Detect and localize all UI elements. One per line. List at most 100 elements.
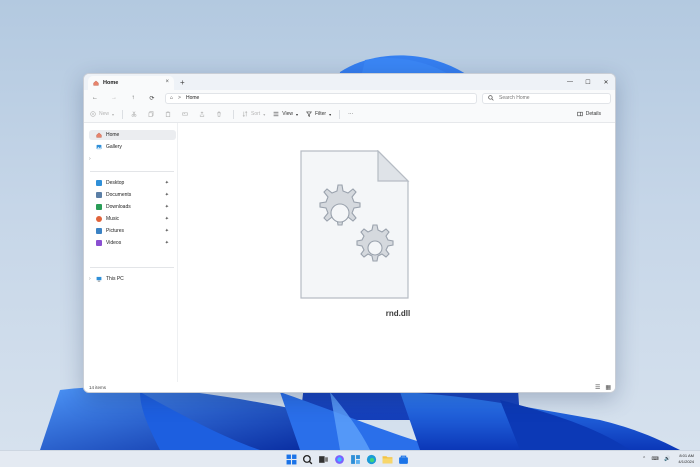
- sidebar-item-desktop[interactable]: Desktop ✦: [89, 178, 176, 188]
- downloads-icon: [96, 204, 102, 210]
- command-bar: New ▾ Sort ▾ View ▾ Filter ▾ ··· Details: [84, 106, 615, 123]
- new-button[interactable]: New ▾: [90, 111, 114, 117]
- desktop-icon: [96, 180, 102, 186]
- sidebar-item-label: Downloads: [106, 204, 131, 210]
- view-switcher: ☰ ▦: [590, 384, 611, 391]
- store-icon[interactable]: [398, 454, 409, 465]
- sidebar-item-downloads[interactable]: Downloads ✦: [89, 202, 176, 212]
- sidebar-item-gallery[interactable]: Gallery: [89, 142, 176, 152]
- tab-home[interactable]: Home ×: [88, 76, 174, 90]
- search-input[interactable]: Search Home: [482, 92, 611, 104]
- sidebar-item-videos[interactable]: Videos ✦: [89, 238, 176, 248]
- date: 4/1/2024: [678, 459, 694, 464]
- dll-file-icon[interactable]: [298, 150, 410, 300]
- maximize-button[interactable]: ☐: [579, 74, 597, 90]
- search-icon[interactable]: [302, 454, 313, 465]
- file-explorer-icon[interactable]: [382, 454, 393, 465]
- sort-button[interactable]: Sort ▾: [242, 111, 265, 117]
- details-pane-icon: [577, 111, 583, 117]
- file-view: rnd.dll: [179, 123, 615, 384]
- view-button[interactable]: View ▾: [273, 111, 298, 117]
- delete-button[interactable]: [216, 111, 225, 117]
- sidebar-item-label: Music: [106, 216, 120, 222]
- new-tab-button[interactable]: +: [180, 78, 185, 87]
- navigation-pane: Home Gallery › Desktop ✦ Documents ✦ Dow…: [84, 123, 178, 384]
- close-tab-icon[interactable]: ×: [165, 79, 169, 85]
- paste-button[interactable]: [165, 111, 174, 117]
- details-button[interactable]: Details: [577, 111, 601, 117]
- filter-label: Filter: [314, 111, 327, 117]
- sidebar-item-pictures[interactable]: Pictures ✦: [89, 226, 176, 236]
- pin-icon: ✦: [164, 192, 169, 198]
- file-explorer-window: Home × + — ☐ ✕ ← → ↑ ⟳ ⌂ > Home Search H…: [83, 73, 616, 393]
- sort-label: Sort: [251, 111, 261, 117]
- trash-icon: [217, 111, 221, 117]
- chevron-right-icon: ›: [89, 156, 91, 162]
- window-controls: — ☐ ✕: [561, 74, 615, 90]
- taskbar-apps: [286, 454, 414, 465]
- cut-button[interactable]: [131, 111, 140, 117]
- sidebar-item-label: Videos: [106, 240, 122, 246]
- back-button[interactable]: ←: [89, 95, 101, 101]
- filter-button[interactable]: Filter ▾: [305, 111, 332, 117]
- clock[interactable]: 8:01 AM 4/1/2024: [678, 453, 694, 465]
- breadcrumb[interactable]: Home: [186, 95, 199, 101]
- more-options-button[interactable]: ···: [348, 111, 353, 117]
- sidebar-item-documents[interactable]: Documents ✦: [89, 190, 176, 200]
- search-icon: [488, 95, 494, 101]
- forward-button[interactable]: →: [108, 95, 120, 101]
- task-view-icon[interactable]: [318, 454, 329, 465]
- computer-icon: [96, 276, 102, 282]
- tab-title: Home: [103, 80, 119, 86]
- copy-button[interactable]: [148, 111, 157, 117]
- system-tray: ⌃ ⌨ 🔊 8:01 AM 4/1/2024: [642, 453, 694, 465]
- pin-icon: ✦: [164, 228, 169, 234]
- divider: [233, 109, 235, 119]
- sidebar-item-this-pc[interactable]: › This PC: [89, 274, 176, 284]
- widgets-icon[interactable]: [350, 454, 361, 465]
- copilot-icon[interactable]: [334, 454, 345, 465]
- tiles-view-icon[interactable]: ▦: [605, 384, 611, 391]
- details-view-icon[interactable]: ☰: [595, 384, 600, 391]
- copy-icon: [148, 111, 154, 117]
- edge-icon[interactable]: [366, 454, 377, 465]
- up-button[interactable]: ↑: [127, 95, 139, 101]
- divider: [90, 267, 174, 268]
- plus-circle-icon: [90, 111, 96, 117]
- sidebar-item-label: Desktop: [106, 180, 125, 186]
- home-icon: [93, 80, 99, 86]
- pin-icon: ✦: [164, 204, 169, 210]
- title-bar: Home × + — ☐ ✕: [84, 74, 615, 90]
- pictures-icon: [96, 228, 102, 234]
- address-field[interactable]: ⌂ > Home: [165, 92, 477, 104]
- chevron-down-icon: ▾: [329, 111, 332, 117]
- home-breadcrumb-icon: ⌂: [170, 95, 174, 101]
- taskbar: ⌃ ⌨ 🔊 8:01 AM 4/1/2024: [0, 450, 700, 467]
- tray-icons[interactable]: ⌃ ⌨ 🔊: [642, 456, 672, 462]
- close-button[interactable]: ✕: [597, 74, 615, 90]
- videos-icon: [96, 240, 102, 246]
- chevron-down-icon: ▾: [112, 111, 115, 117]
- gallery-icon: [96, 144, 102, 150]
- music-icon: [96, 216, 102, 222]
- filter-icon: [305, 111, 312, 117]
- sidebar-item-label: Gallery: [106, 144, 122, 150]
- divider: [122, 109, 124, 119]
- chevron-right-icon[interactable]: ›: [89, 276, 91, 282]
- status-bar: 14 items ☰ ▦: [84, 382, 615, 392]
- new-label: New: [99, 111, 110, 117]
- share-button[interactable]: [199, 111, 208, 117]
- start-icon[interactable]: [286, 454, 297, 465]
- more-options-icon: ···: [348, 111, 354, 117]
- file-name-label[interactable]: rnd.dll: [179, 309, 615, 318]
- chevron-down-icon: ▾: [263, 111, 266, 117]
- sidebar-expander[interactable]: ›: [89, 154, 176, 164]
- share-icon: [199, 111, 205, 117]
- item-count: 14 items: [89, 384, 107, 390]
- clipboard-icon: [165, 111, 171, 117]
- minimize-button[interactable]: —: [561, 74, 579, 90]
- rename-button[interactable]: [182, 111, 191, 117]
- sidebar-item-music[interactable]: Music ✦: [89, 214, 176, 224]
- sidebar-item-home[interactable]: Home: [89, 130, 176, 140]
- refresh-button[interactable]: ⟳: [146, 95, 158, 102]
